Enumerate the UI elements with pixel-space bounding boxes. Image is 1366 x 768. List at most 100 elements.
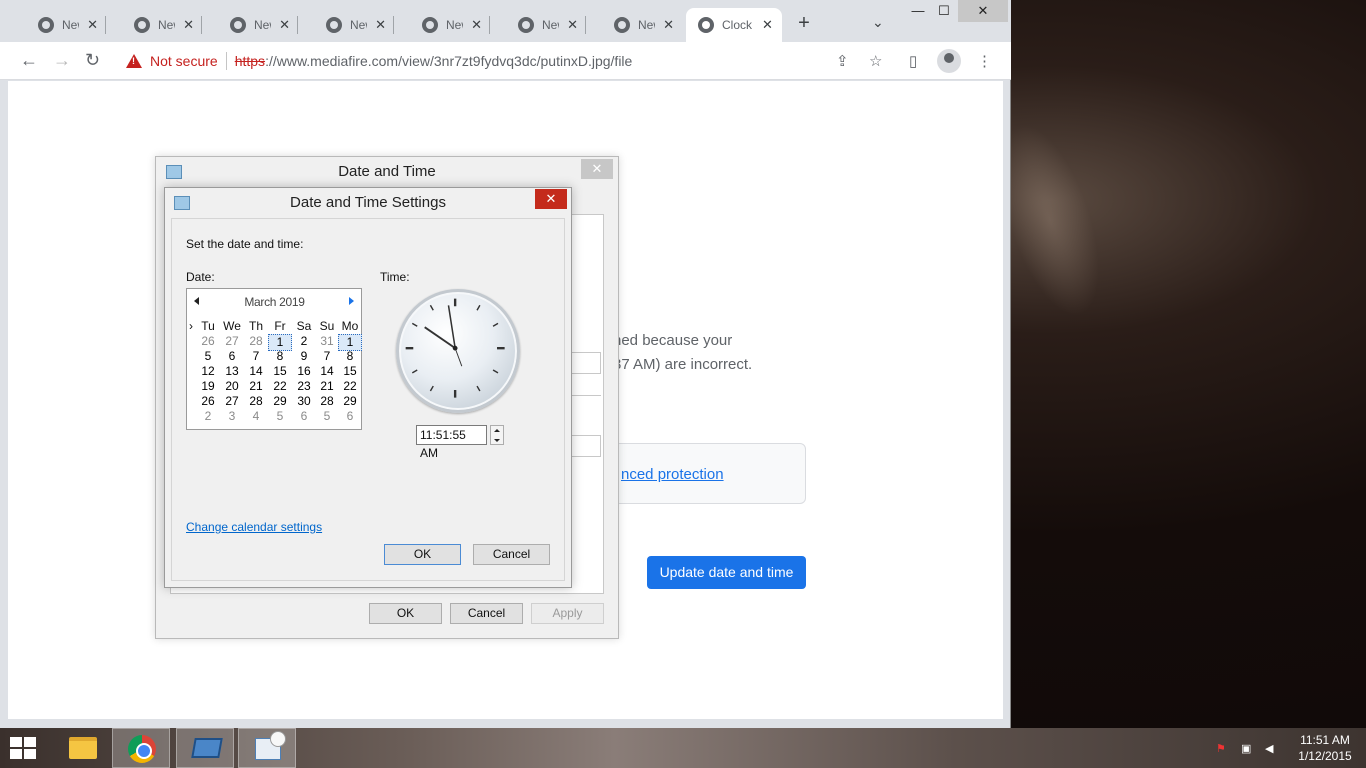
ok-button[interactable]: OK (384, 544, 461, 565)
share-icon[interactable]: ⇪ (836, 52, 849, 70)
calendar-day[interactable]: 29 (268, 394, 292, 409)
tab-new-5[interactable]: New T ✕ (394, 8, 490, 42)
forward-icon[interactable]: → (53, 50, 71, 71)
ok-button[interactable]: OK (369, 603, 442, 624)
tab-new-7[interactable]: New T ✕ (586, 8, 682, 42)
calendar-day[interactable]: 14 (244, 364, 268, 379)
new-tab-button[interactable]: + (792, 12, 816, 38)
calendar-day[interactable]: 19 (196, 379, 220, 394)
system-clock[interactable]: 11:51 AM 1/12/2015 (1290, 732, 1360, 764)
taskbar-file-explorer[interactable] (52, 728, 110, 768)
calendar-day[interactable]: 23 (292, 379, 316, 394)
calendar-day[interactable]: 2 (196, 409, 220, 424)
tab-close-icon[interactable]: ✕ (567, 17, 578, 33)
tab-new-3[interactable]: New T ✕ (202, 8, 298, 42)
calendar-month-title[interactable]: March 2019 (217, 295, 332, 309)
apply-button[interactable]: Apply (531, 603, 604, 624)
calendar-day[interactable]: 28 (244, 334, 268, 349)
monitor-icon (191, 738, 223, 758)
calendar-day[interactable]: 15 (338, 364, 362, 379)
calendar-day[interactable]: 21 (244, 379, 268, 394)
tab-close-icon[interactable]: ✕ (279, 17, 290, 33)
enhanced-protection-link[interactable]: nced protection (621, 466, 724, 483)
volume-muted-icon[interactable]: ◀ (1265, 742, 1279, 755)
tab-close-icon[interactable]: ✕ (183, 17, 194, 33)
time-input[interactable]: 11:51:55 AM (416, 425, 487, 460)
calendar-day[interactable]: 3 (220, 409, 244, 424)
next-month-icon[interactable] (349, 297, 354, 305)
taskbar-control-panel[interactable] (176, 728, 234, 768)
calendar-day[interactable]: 28 (315, 394, 339, 409)
tab-close-icon[interactable]: ✕ (471, 17, 482, 33)
calendar-day[interactable]: 22 (268, 379, 292, 394)
calendar-day[interactable]: 6 (220, 349, 244, 364)
tab-clock[interactable]: Clock ✕ (686, 8, 782, 42)
menu-kebab-icon[interactable]: ⋮ (977, 52, 992, 70)
tab-close-icon[interactable]: ✕ (87, 17, 98, 33)
spin-up-icon[interactable] (494, 429, 500, 432)
tab-new-1[interactable]: New T ✕ (10, 8, 106, 42)
calendar-day[interactable]: 30 (292, 394, 316, 409)
action-center-flag-icon[interactable]: ⚑ (1216, 742, 1230, 755)
tab-search-icon[interactable]: ⌄ (872, 14, 884, 31)
calendar-day[interactable]: 5 (196, 349, 220, 364)
calendar-day[interactable]: 9 (292, 349, 316, 364)
calendar-day[interactable]: 22 (338, 379, 362, 394)
calendar-day[interactable]: 27 (220, 394, 244, 409)
change-timezone-button[interactable] (571, 435, 601, 457)
cancel-button[interactable]: Cancel (473, 544, 550, 565)
calendar-day[interactable]: 29 (338, 394, 362, 409)
calendar-day[interactable]: 14 (315, 364, 339, 379)
prev-month-icon[interactable] (194, 297, 199, 305)
calendar-day[interactable]: 5 (315, 409, 339, 424)
taskbar-date-time[interactable] (238, 728, 296, 768)
calendar-day[interactable]: 27 (220, 334, 244, 349)
dialog-close-button[interactable]: ✕ (535, 189, 567, 209)
calendar-day[interactable]: 7 (315, 349, 339, 364)
back-icon[interactable]: ← (20, 50, 38, 71)
windows-start-icon[interactable] (10, 737, 38, 759)
calendar-day[interactable]: 26 (196, 394, 220, 409)
security-indicator[interactable]: Not secure (150, 53, 218, 69)
dialog-close-button[interactable]: ✕ (581, 159, 613, 179)
calendar-day[interactable]: 26 (196, 334, 220, 349)
calendar-day[interactable]: 13 (220, 364, 244, 379)
window-close-button[interactable]: ✕ (958, 0, 1008, 22)
calendar-day[interactable]: 4 (244, 409, 268, 424)
calendar-control[interactable]: March 2019 › Tu We Th Fr Sa Su Mo 26 27 28… (186, 288, 362, 430)
tab-close-icon[interactable]: ✕ (375, 17, 386, 33)
side-panel-icon[interactable]: ▯ (909, 52, 917, 70)
bookmark-star-icon[interactable]: ☆ (869, 52, 882, 70)
spin-down-icon[interactable] (494, 439, 500, 442)
calendar-day[interactable]: 28 (244, 394, 268, 409)
calendar-day[interactable]: 20 (220, 379, 244, 394)
profile-avatar-icon[interactable] (937, 49, 961, 73)
tab-new-2[interactable]: New T ✕ (106, 8, 202, 42)
calendar-day[interactable]: 2 (292, 334, 316, 349)
calendar-day[interactable]: 5 (268, 409, 292, 424)
update-date-time-button[interactable]: Update date and time (647, 556, 806, 589)
tab-close-icon[interactable]: ✕ (663, 17, 674, 33)
tab-new-4[interactable]: New T ✕ (298, 8, 394, 42)
tab-close-icon[interactable]: ✕ (762, 17, 773, 33)
calendar-day[interactable]: 6 (338, 409, 362, 424)
change-calendar-settings-link[interactable]: Change calendar settings (186, 520, 322, 534)
calendar-day[interactable]: 21 (315, 379, 339, 394)
change-date-button[interactable] (571, 352, 601, 374)
calendar-day[interactable]: 16 (292, 364, 316, 379)
calendar-day[interactable]: 8 (338, 349, 362, 364)
calendar-day[interactable]: 12 (196, 364, 220, 379)
cancel-button[interactable]: Cancel (450, 603, 523, 624)
tab-new-6[interactable]: New T ✕ (490, 8, 586, 42)
reload-icon[interactable]: ↻ (85, 50, 100, 71)
calendar-day[interactable]: 7 (244, 349, 268, 364)
taskbar-chrome[interactable] (112, 728, 170, 768)
time-spinner[interactable] (490, 425, 504, 445)
calendar-day[interactable]: 31 (315, 334, 339, 349)
calendar-day[interactable]: 8 (268, 349, 292, 364)
calendar-day[interactable]: 6 (292, 409, 316, 424)
network-icon[interactable]: ▣ (1241, 742, 1255, 755)
second-hand (454, 347, 463, 367)
address-bar[interactable]: Not secure https://www.mediafire.com/vie… (114, 46, 866, 76)
calendar-day[interactable]: 15 (268, 364, 292, 379)
